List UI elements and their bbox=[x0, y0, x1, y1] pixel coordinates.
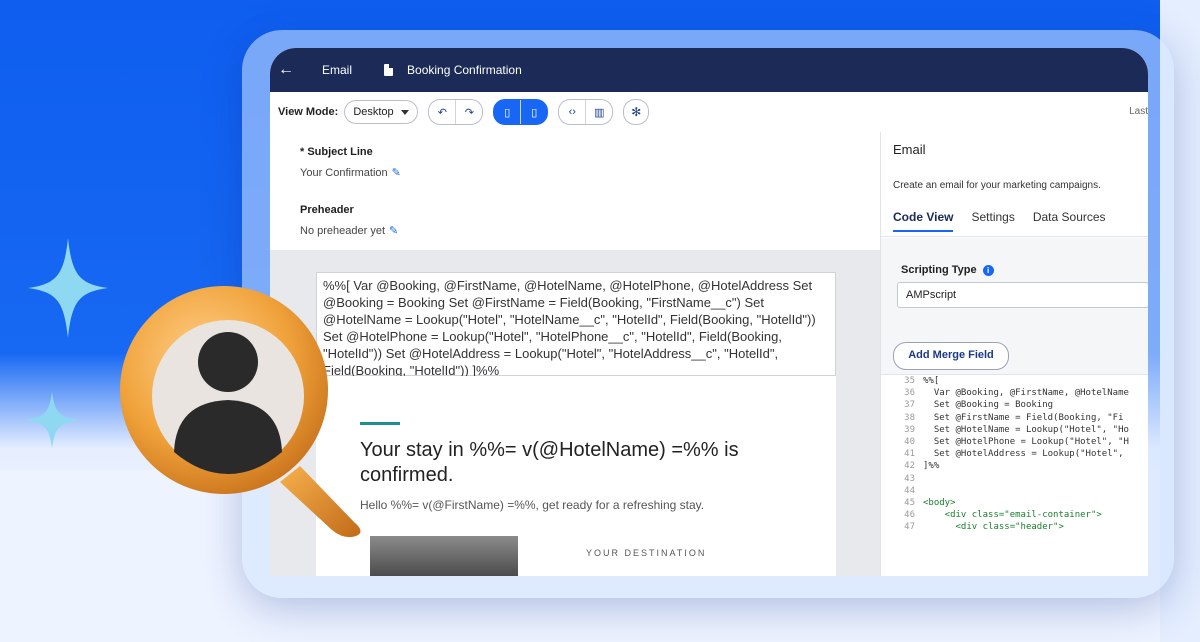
email-headline[interactable]: Your stay in %%= v(@HotelName) =%% is co… bbox=[360, 438, 800, 488]
preheader-value: No preheader yet bbox=[300, 225, 385, 237]
subject-value: Your Confirmation bbox=[300, 167, 388, 179]
code-line: 44 bbox=[881, 485, 1148, 497]
panel-left-icon[interactable]: ▯ bbox=[494, 100, 520, 124]
code-line: 41 Set @HotelAddress = Lookup("Hotel", bbox=[881, 448, 1148, 460]
breadcrumb-email[interactable]: Email bbox=[322, 63, 352, 77]
code-text: Set @HotelPhone = Lookup("Hotel", "H bbox=[923, 437, 1129, 448]
view-mode-value: Desktop bbox=[353, 106, 394, 118]
email-preview: Your stay in %%= v(@HotelName) =%% is co… bbox=[316, 376, 836, 576]
last-saved-text: Last bbox=[1129, 106, 1148, 117]
subject-field[interactable]: Your Confirmation ✎ bbox=[300, 166, 401, 179]
code-text: Var @Booking, @FirstName, @HotelName bbox=[923, 388, 1129, 399]
code-text: <body> bbox=[923, 498, 956, 509]
email-meta: * Subject Line Your Confirmation ✎ Prehea… bbox=[270, 132, 880, 250]
magnifier-user-icon bbox=[120, 286, 361, 538]
destination-label: YOUR DESTINATION bbox=[586, 548, 707, 558]
info-icon[interactable]: i bbox=[982, 264, 994, 276]
line-number: 35 bbox=[904, 376, 915, 386]
view-buttons: ‹› ▥ bbox=[558, 99, 614, 125]
line-number: 41 bbox=[904, 449, 915, 460]
chevron-down-icon bbox=[401, 109, 410, 115]
code-text: Set @HotelAddress = Lookup("Hotel", bbox=[923, 449, 1124, 460]
sparkle-small-icon bbox=[24, 392, 80, 448]
app-screen: ← Email Booking Confirmation View Mode: … bbox=[270, 48, 1148, 576]
line-number: 40 bbox=[904, 437, 915, 448]
undo-icon[interactable]: ↶ bbox=[429, 100, 455, 124]
panel-right-icon[interactable]: ▯ bbox=[520, 100, 547, 124]
ampscript-block[interactable]: %%[ Var @Booking, @FirstName, @HotelName… bbox=[316, 272, 836, 378]
line-number: 38 bbox=[904, 412, 915, 423]
panel-tabs: Code View Settings Data Sources bbox=[893, 210, 1124, 232]
code-line: 36 Var @Booking, @FirstName, @HotelName bbox=[881, 387, 1148, 399]
hotel-image bbox=[370, 536, 518, 576]
code-line: 43 bbox=[881, 473, 1148, 485]
panel-description: Create an email for your marketing campa… bbox=[893, 180, 1101, 191]
code-text: <div class="email-container"> bbox=[923, 510, 1102, 521]
line-number: 37 bbox=[904, 400, 915, 411]
tab-data-sources[interactable]: Data Sources bbox=[1033, 210, 1106, 232]
code-line: 40 Set @HotelPhone = Lookup("Hotel", "H bbox=[881, 436, 1148, 448]
line-number: 39 bbox=[904, 424, 915, 435]
tab-code-view[interactable]: Code View bbox=[893, 210, 954, 232]
view-mode-select[interactable]: Desktop bbox=[344, 100, 419, 124]
code-icon[interactable]: ‹› bbox=[559, 100, 585, 124]
line-number: 43 bbox=[904, 473, 915, 484]
code-text: Set @Booking = Booking bbox=[923, 400, 1054, 411]
code-text: <div class="header"> bbox=[923, 522, 1064, 533]
toolbar: View Mode: Desktop ↶ ↷ ▯ ▯ ‹› ▥ ✻ Last bbox=[270, 92, 1148, 133]
pencil-icon[interactable]: ✎ bbox=[389, 225, 398, 237]
line-number: 42 bbox=[904, 461, 915, 472]
code-line: 47 <div class="header"> bbox=[881, 521, 1148, 533]
line-number: 47 bbox=[904, 522, 915, 533]
email-greeting[interactable]: Hello %%= v(@FirstName) =%%, get ready f… bbox=[360, 498, 704, 512]
scripting-type-label: Scripting Type i bbox=[901, 264, 994, 276]
scripting-type-input[interactable]: AMPscript bbox=[897, 282, 1148, 308]
code-text: Set @FirstName = Field(Booking, "Fi bbox=[923, 412, 1124, 423]
top-nav: ← Email Booking Confirmation bbox=[270, 48, 1148, 92]
preheader-label: Preheader bbox=[300, 204, 354, 216]
panel-title: Email bbox=[893, 142, 926, 157]
code-text: Set @HotelName = Lookup("Hotel", "Ho bbox=[923, 424, 1129, 435]
document-icon bbox=[384, 64, 394, 76]
sparkle-large-icon bbox=[28, 238, 108, 338]
code-line: 35 %%[ bbox=[881, 375, 1148, 387]
line-number: 44 bbox=[904, 485, 915, 496]
code-line: 46 <div class="email-container"> bbox=[881, 509, 1148, 521]
history-buttons: ↶ ↷ bbox=[428, 99, 484, 125]
view-mode-label: View Mode: bbox=[278, 106, 339, 118]
properties-panel: Email Create an email for your marketing… bbox=[880, 132, 1148, 576]
layout-toggle: ▯ ▯ bbox=[493, 99, 549, 125]
tab-divider bbox=[881, 236, 1148, 237]
scripting-type-text: Scripting Type bbox=[901, 264, 977, 276]
pencil-icon[interactable]: ✎ bbox=[392, 167, 401, 179]
code-line: 37 Set @Booking = Booking bbox=[881, 399, 1148, 411]
tab-settings[interactable]: Settings bbox=[971, 210, 1014, 232]
code-line: 42]%% bbox=[881, 460, 1148, 472]
preheader-field[interactable]: No preheader yet ✎ bbox=[300, 224, 398, 237]
line-number: 36 bbox=[904, 388, 915, 399]
redo-icon[interactable]: ↷ bbox=[455, 100, 482, 124]
line-number: 46 bbox=[904, 510, 915, 521]
code-text: %%[ bbox=[923, 376, 940, 386]
code-line: 38 Set @FirstName = Field(Booking, "Fi bbox=[881, 412, 1148, 424]
line-number: 45 bbox=[904, 498, 915, 509]
chart-icon[interactable]: ▥ bbox=[585, 100, 612, 124]
subject-label: * Subject Line bbox=[300, 146, 373, 158]
code-line: 45 <body> bbox=[881, 497, 1148, 509]
code-line: 39 Set @HotelName = Lookup("Hotel", "Ho bbox=[881, 424, 1148, 436]
arrow-left-icon[interactable]: ← bbox=[270, 61, 302, 79]
gear-icon[interactable]: ✻ bbox=[623, 99, 650, 125]
document-title: Booking Confirmation bbox=[407, 63, 522, 77]
add-merge-field-button[interactable]: Add Merge Field bbox=[893, 342, 1009, 370]
code-editor[interactable]: 35 %%[36 Var @Booking, @FirstName, @Hotel… bbox=[881, 374, 1148, 576]
code-text: ]%% bbox=[923, 461, 940, 472]
